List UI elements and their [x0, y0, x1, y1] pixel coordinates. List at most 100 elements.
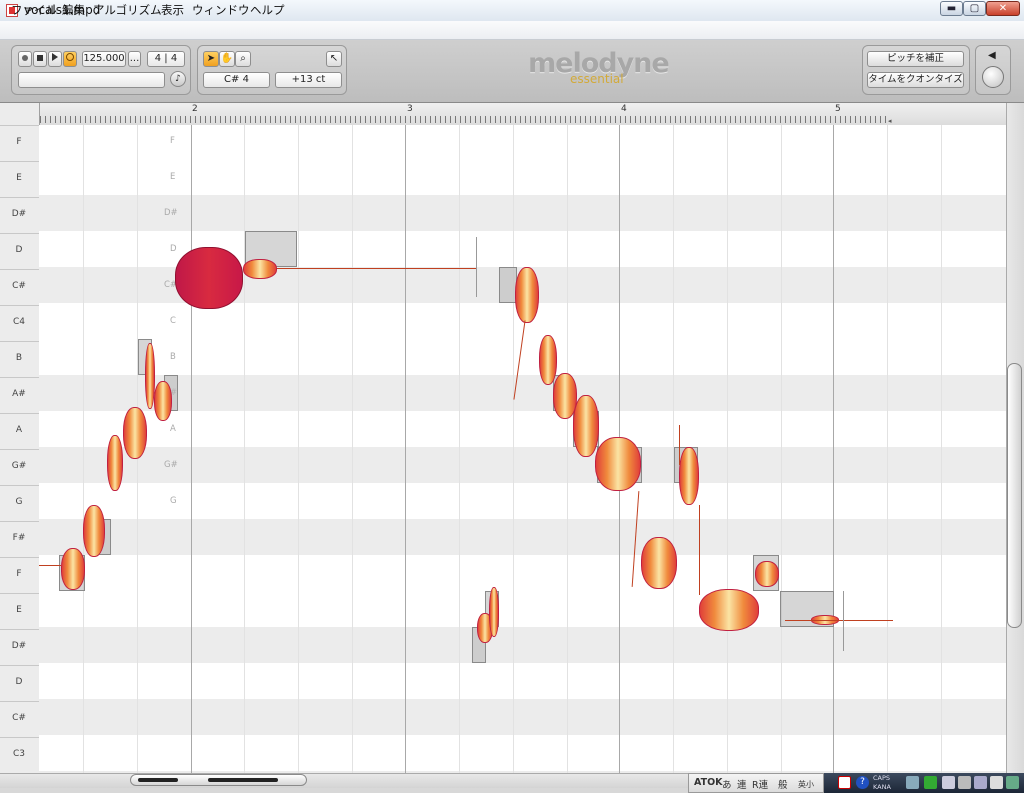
vertical-scroll-thumb[interactable]	[1007, 363, 1022, 628]
key-label: G#	[11, 461, 27, 471]
scale-label: C	[170, 316, 176, 326]
note-blob[interactable]	[83, 505, 105, 557]
note-blob[interactable]	[573, 395, 599, 457]
pitch-ruler	[0, 103, 40, 773]
quantize-time-button[interactable]: タイムをクオンタイズ	[867, 72, 964, 88]
note-blob[interactable]	[107, 435, 123, 491]
key-label: D	[15, 245, 23, 255]
pitch-line	[39, 565, 61, 566]
stop-button[interactable]	[33, 51, 47, 67]
pitch-arrow-icon: ↖	[329, 53, 339, 64]
key-label: D	[15, 677, 23, 687]
speaker-tray-icon[interactable]	[974, 776, 987, 789]
note-blob[interactable]	[539, 335, 557, 385]
row-shade	[39, 627, 1006, 663]
scale-label: D	[170, 244, 177, 254]
note-blob[interactable]	[154, 381, 172, 421]
separator-line	[843, 591, 844, 651]
note-blob[interactable]	[243, 259, 277, 279]
note-blob[interactable]	[595, 437, 641, 491]
bar-number: 2	[192, 104, 198, 114]
note-blob[interactable]	[755, 561, 779, 587]
main-tool-button[interactable]: ➤	[203, 51, 219, 67]
note-blob[interactable]	[699, 589, 759, 631]
hand-icon: ✋	[220, 53, 234, 64]
key-label: A	[15, 425, 23, 435]
key-label: F#	[12, 533, 26, 543]
loop-button[interactable]	[63, 51, 77, 67]
zoom-tool-button[interactable]: ⌕	[235, 51, 251, 67]
tray-app-icon[interactable]	[1006, 776, 1019, 789]
row-shade	[39, 447, 1006, 483]
position-slider[interactable]	[18, 72, 165, 88]
tray-app-icon[interactable]	[990, 776, 1003, 789]
correct-pitch-button[interactable]: ピッチを補正	[867, 51, 964, 67]
bar-number: 4	[621, 104, 627, 114]
help-icon[interactable]: ?	[856, 776, 869, 789]
menu-view[interactable]: 表示	[161, 2, 184, 18]
note-blob[interactable]	[489, 587, 499, 637]
tempo-more-button[interactable]: ...	[128, 51, 141, 67]
scroll-left-icon[interactable]: ◂	[888, 117, 892, 125]
volume-knob[interactable]	[982, 66, 1004, 88]
ruler-ticks	[40, 116, 886, 123]
cents-field: +13 ct	[275, 72, 342, 88]
ime-atok[interactable]: ATOK	[694, 777, 723, 788]
tempo-field[interactable]: 125.000	[82, 51, 126, 67]
note-blob[interactable]	[641, 537, 677, 589]
separator-line	[476, 237, 477, 297]
network-icon[interactable]	[942, 776, 955, 789]
note-blob[interactable]	[175, 247, 243, 309]
row-shade	[39, 699, 1006, 735]
ime-ren[interactable]: 連	[737, 777, 747, 791]
key-label: D#	[11, 641, 27, 651]
pitch-tool-button[interactable]: ↖	[326, 51, 342, 67]
ime-r-ren[interactable]: R連	[752, 777, 768, 791]
note-editor[interactable]: F E D# D C# C B A# A G# G	[39, 125, 1006, 773]
key-label: C3	[12, 749, 25, 759]
ime-general[interactable]: 般	[778, 777, 788, 791]
menu-file[interactable]: ファイル	[11, 2, 57, 18]
arrow-icon: ➤	[206, 53, 216, 64]
metronome-icon[interactable]: ♪	[170, 71, 186, 87]
note-blob[interactable]	[123, 407, 147, 459]
meter-field[interactable]: 4 | 4	[147, 51, 185, 67]
magnifier-icon: ⌕	[240, 53, 246, 64]
speaker-icon: ◀	[988, 50, 996, 61]
ime-hiragana[interactable]: あ	[722, 777, 732, 791]
scale-label: A	[170, 424, 176, 434]
pitch-line	[679, 425, 680, 465]
scale-label: G	[170, 496, 177, 506]
maximize-button[interactable]: ▢	[963, 1, 986, 16]
note-blob[interactable]	[515, 267, 539, 323]
caps-indicator: CAPS	[873, 774, 891, 782]
menu-bar	[0, 21, 1024, 40]
record-button[interactable]	[18, 51, 32, 67]
scale-label: F	[170, 136, 175, 146]
stop-icon	[37, 55, 43, 61]
key-label: E	[16, 173, 22, 183]
ime-english-small[interactable]: 英小	[798, 779, 814, 790]
key-label: B	[15, 353, 23, 363]
menu-algorithm[interactable]: アルゴリズム	[93, 2, 162, 18]
menu-window[interactable]: ウィンドウ	[192, 2, 250, 18]
tray-app-icon[interactable]	[958, 776, 971, 789]
key-label: A#	[12, 389, 26, 399]
close-button[interactable]: ✕	[986, 1, 1020, 16]
scroll-tool-button[interactable]: ✋	[219, 51, 235, 67]
play-button[interactable]	[48, 51, 62, 67]
play-icon	[52, 53, 58, 61]
atok-tray-icon[interactable]	[838, 776, 851, 789]
overview-waveform	[138, 778, 178, 782]
menu-edit[interactable]: 編集	[62, 2, 85, 18]
minimize-button[interactable]: ▬	[940, 1, 963, 16]
tray-app-icon[interactable]	[906, 776, 919, 789]
shield-icon[interactable]	[924, 776, 937, 789]
note-blob[interactable]	[61, 548, 85, 590]
note-blob[interactable]	[679, 447, 699, 505]
key-label: D#	[11, 209, 27, 219]
record-icon	[22, 55, 28, 61]
row-shade	[39, 519, 1006, 555]
scale-label: E	[170, 172, 176, 182]
menu-help[interactable]: ヘルプ	[250, 2, 285, 18]
